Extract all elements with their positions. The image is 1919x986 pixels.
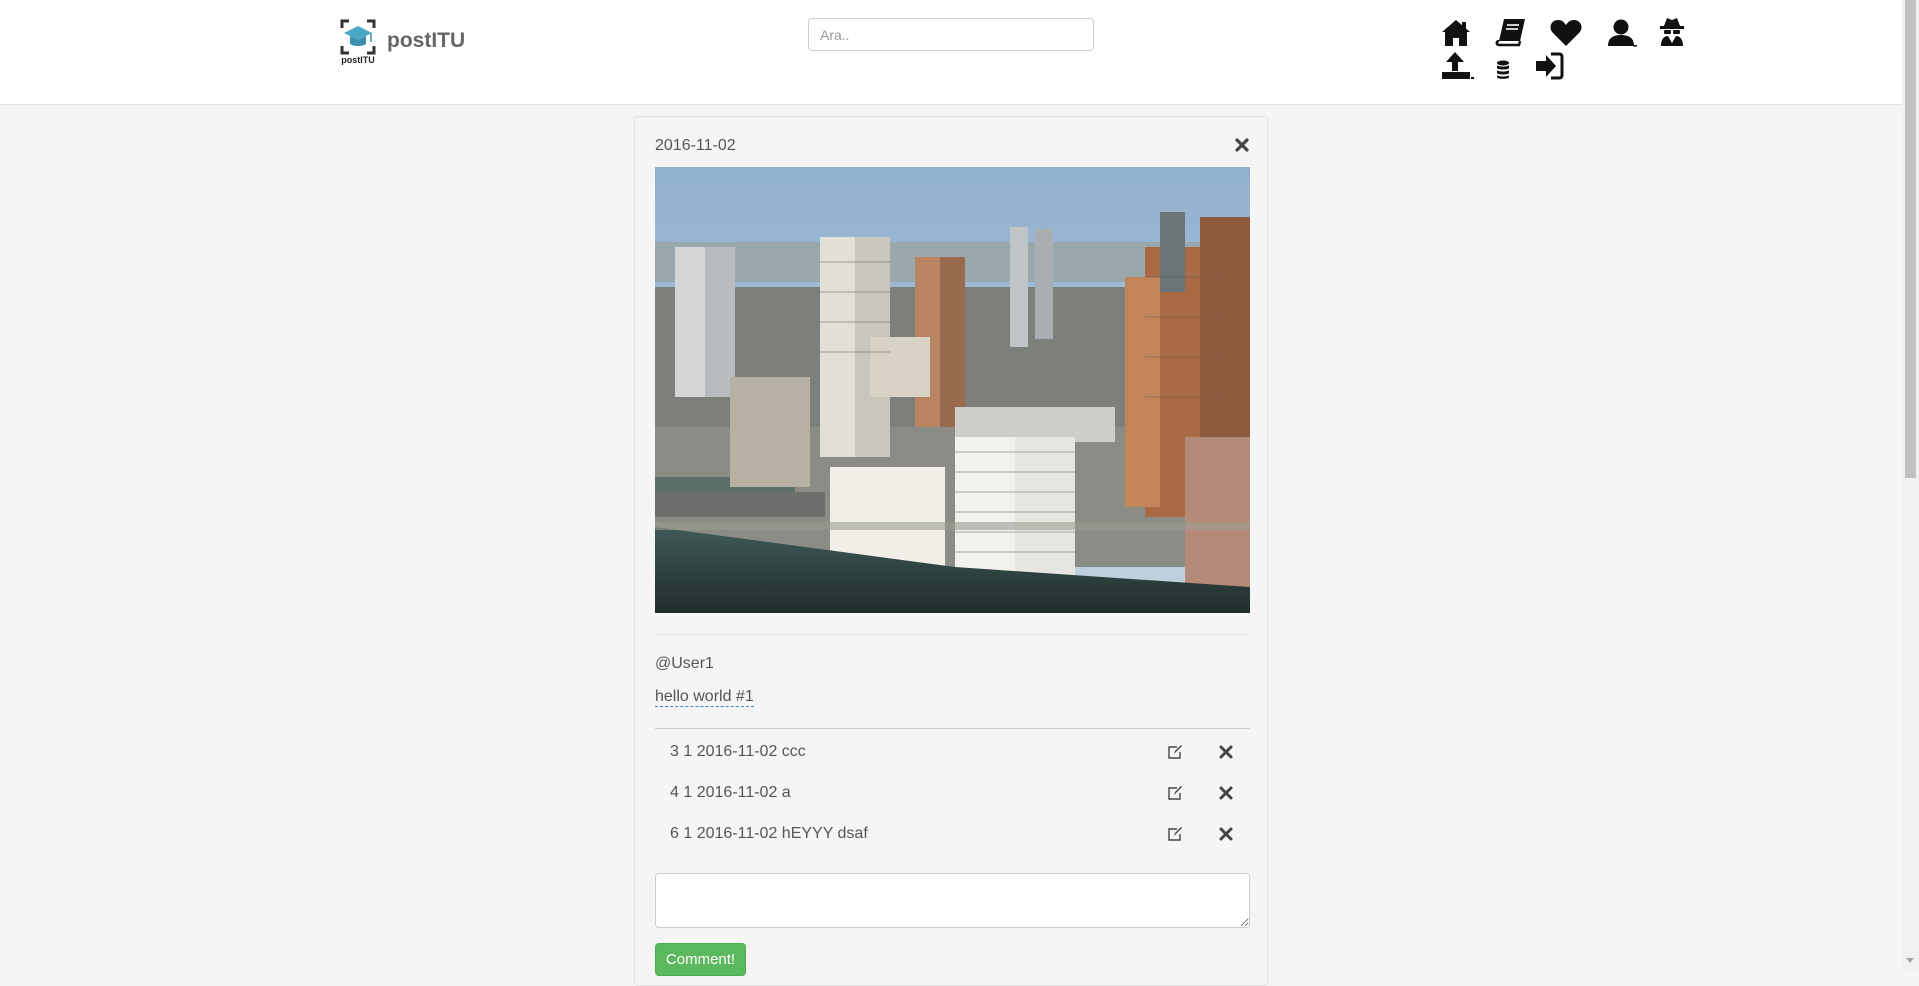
home-icon[interactable] [1440, 18, 1474, 50]
spy-icon[interactable] [1656, 16, 1690, 48]
comment-item: 4 1 2016-11-02 a [655, 772, 1250, 813]
scroll-down-icon[interactable] [1906, 958, 1914, 963]
comment-text: 3 1 2016-11-02 ccc [670, 743, 806, 760]
comment-text: 4 1 2016-11-02 a [670, 784, 791, 801]
comment-item: 3 1 2016-11-02 ccc [655, 731, 1250, 772]
divider [655, 634, 1250, 635]
edit-icon[interactable] [1167, 785, 1183, 801]
close-icon[interactable] [1235, 138, 1249, 152]
edit-icon[interactable] [1167, 826, 1183, 842]
post-date: 2016-11-02 [655, 137, 736, 154]
postitu-logo: postITU [339, 18, 377, 68]
divider [655, 728, 1250, 729]
brand-name[interactable]: postITU [387, 29, 465, 53]
user-icon[interactable] [1606, 18, 1640, 50]
upload-icon[interactable] [1440, 50, 1474, 82]
post-caption[interactable]: hello world #1 [655, 688, 754, 707]
comment-text: 6 1 2016-11-02 hEYYY dsaf [670, 825, 868, 842]
delete-icon[interactable] [1219, 745, 1233, 759]
post-author: @User1 [655, 655, 714, 672]
navbar: postITU postITU [0, 0, 1902, 105]
search-input[interactable] [808, 18, 1094, 51]
edit-icon[interactable] [1167, 744, 1183, 760]
logo-text: postITU [341, 55, 375, 65]
sign-in-icon[interactable] [1534, 52, 1568, 84]
comment-input[interactable] [655, 873, 1250, 928]
comment-button[interactable]: Comment! [655, 943, 746, 976]
post-image [655, 167, 1250, 613]
brand[interactable]: postITU postITU [339, 18, 465, 68]
delete-icon[interactable] [1219, 827, 1233, 841]
delete-icon[interactable] [1219, 786, 1233, 800]
comment-list: 3 1 2016-11-02 ccc 4 1 2016-11-02 a 6 1 … [655, 731, 1250, 854]
database-icon[interactable] [1496, 60, 1530, 92]
post-card: 2016-11-02 @User1 hello world #1 3 1 201… [634, 116, 1268, 986]
book-icon[interactable] [1495, 17, 1529, 49]
comment-item: 6 1 2016-11-02 hEYYY dsaf [655, 813, 1250, 854]
heart-icon[interactable] [1549, 18, 1583, 50]
scrollbar-thumb[interactable] [1905, 0, 1916, 478]
